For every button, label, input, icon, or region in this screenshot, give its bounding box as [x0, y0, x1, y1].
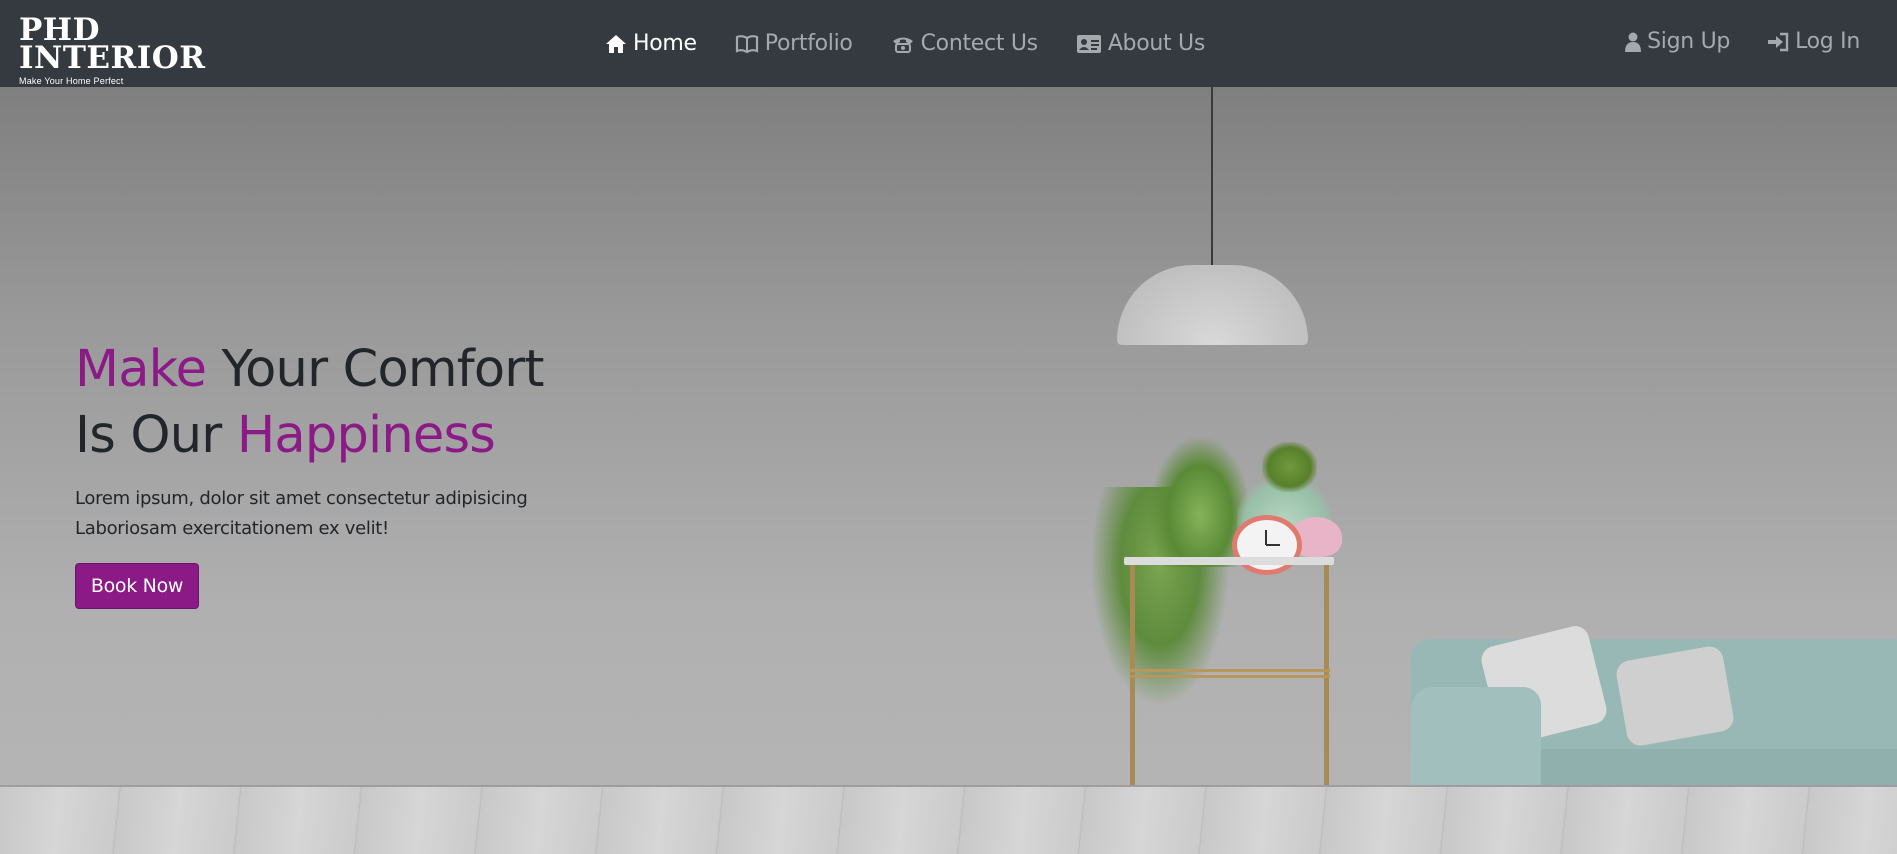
description-line: Lorem ipsum, dolor sit amet consectetur …: [75, 488, 528, 509]
nav-item-label: Portfolio: [764, 31, 853, 56]
nav-item-portfolio[interactable]: Portfolio: [735, 31, 853, 56]
nav-item-label: Contect Us: [920, 31, 1039, 56]
user-icon: [1625, 32, 1642, 52]
log-in-label: Log In: [1795, 29, 1860, 54]
sign-up-link[interactable]: Sign Up: [1625, 29, 1730, 54]
nav-item-contact[interactable]: Contect Us: [891, 31, 1038, 56]
table-shelf-bar: [1130, 675, 1330, 678]
book-now-button[interactable]: Book Now: [75, 563, 199, 609]
side-table: [1124, 557, 1334, 797]
headline-text: Your Comfort: [206, 340, 545, 399]
side-table-top: [1124, 557, 1334, 565]
table-shelf-bar: [1130, 669, 1330, 672]
hero-content: Make Your Comfort Is Our Happiness Lorem …: [75, 337, 615, 609]
log-in-link[interactable]: Log In: [1767, 29, 1860, 54]
description-line: Laboriosam exercitationem ex velit!: [75, 518, 389, 539]
hero-headline: Make Your Comfort Is Our Happiness: [75, 337, 615, 469]
sign-up-label: Sign Up: [1647, 29, 1731, 54]
nav-item-home[interactable]: Home: [605, 31, 697, 56]
headline-text: Is Our: [75, 406, 237, 465]
auth-nav: Sign Up Log In: [1625, 29, 1860, 54]
wood-floor: [0, 785, 1897, 854]
brand-name-line2: INTERIOR: [19, 40, 206, 76]
phone-icon: [891, 34, 915, 54]
home-icon: [605, 34, 627, 54]
headline-accent: Make: [75, 340, 207, 399]
brand-logo[interactable]: PHD INTERIOR Make Your Home Perfect: [19, 15, 206, 87]
headline-accent: Happiness: [236, 406, 496, 465]
nav-item-label: Home: [633, 31, 697, 56]
pendant-lamp: [1117, 265, 1308, 345]
hero-description: Lorem ipsum, dolor sit amet consectetur …: [75, 484, 615, 544]
table-leg: [1324, 565, 1329, 797]
book-icon: [735, 34, 759, 54]
brand-tagline: Make Your Home Perfect: [19, 76, 124, 86]
nav-item-label: About Us: [1107, 31, 1206, 56]
nav-item-about[interactable]: About Us: [1076, 31, 1205, 56]
id-card-icon: [1076, 34, 1102, 54]
cactus: [1262, 442, 1317, 492]
hero-banner: Make Your Comfort Is Our Happiness Lorem …: [0, 87, 1897, 854]
table-leg: [1130, 565, 1135, 797]
main-nav: Home Portfolio Contect Us About Us: [605, 31, 1205, 56]
navbar: PHD INTERIOR Make Your Home Perfect Home…: [0, 0, 1897, 87]
sign-in-icon: [1767, 32, 1789, 52]
pendant-lamp-cord: [1211, 87, 1213, 265]
